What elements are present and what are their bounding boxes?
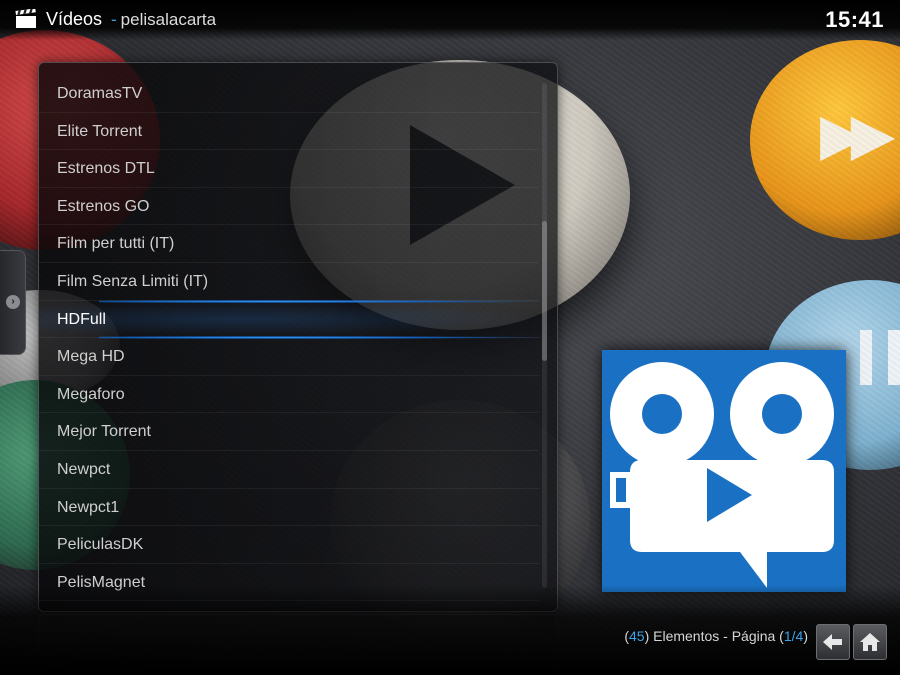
items-page-label: ) Elementos - Página ( bbox=[644, 628, 784, 644]
channel-thumbnail bbox=[602, 350, 846, 592]
list-item-label: Megaforo bbox=[57, 385, 125, 403]
home-button[interactable] bbox=[853, 624, 887, 660]
list-item-label: Newpct bbox=[57, 460, 111, 478]
list-item[interactable]: Elite Torrent bbox=[39, 113, 539, 151]
list-item-label: Film per tutti (IT) bbox=[57, 235, 175, 253]
page-indicator: 1/4 bbox=[783, 628, 804, 644]
list-item-label: Mejor Torrent bbox=[57, 423, 151, 441]
arrow-left-icon bbox=[823, 634, 842, 650]
list-item-label: Elite Torrent bbox=[57, 122, 143, 140]
list-item[interactable]: Newpct bbox=[39, 451, 539, 489]
list-item-label: Newpct1 bbox=[57, 498, 120, 516]
clapperboard-icon bbox=[15, 8, 37, 29]
header-bar: Vídeos - pelisalacarta 15:41 bbox=[0, 0, 900, 40]
chevron-right-icon: › bbox=[6, 295, 20, 309]
channel-list: DoramasTV Elite Torrent Estrenos DTL Estren… bbox=[39, 75, 539, 602]
list-item[interactable]: Megaforo bbox=[39, 376, 539, 414]
breadcrumb: - pelisalacarta bbox=[102, 10, 216, 30]
list-scrollbar[interactable] bbox=[542, 83, 547, 588]
fast-forward-remote-button: ▶▶ bbox=[750, 40, 900, 240]
breadcrumb-addon: pelisalacarta bbox=[120, 10, 217, 29]
list-item-label: Estrenos DTL bbox=[57, 160, 155, 178]
list-item[interactable]: HDFull bbox=[39, 299, 539, 339]
list-item[interactable]: Film Senza Limiti (IT) bbox=[39, 263, 539, 301]
list-item[interactable]: DoramasTV bbox=[39, 75, 539, 113]
list-item[interactable]: Mejor Torrent bbox=[39, 413, 539, 451]
channel-list-panel: DoramasTV Elite Torrent Estrenos DTL Estren… bbox=[38, 62, 558, 612]
list-item[interactable]: Film per tutti (IT) bbox=[39, 225, 539, 263]
list-item-label: Mega HD bbox=[57, 348, 125, 366]
page-title: Vídeos bbox=[46, 9, 103, 29]
list-item-label: PeliculasDK bbox=[57, 536, 144, 554]
side-menu-tab[interactable]: › bbox=[0, 250, 26, 355]
list-item[interactable]: PeliculasDK bbox=[39, 526, 539, 564]
list-item[interactable]: Estrenos DTL bbox=[39, 150, 539, 188]
scrollbar-thumb[interactable] bbox=[542, 221, 547, 361]
home-icon bbox=[860, 633, 880, 651]
list-item-label: DoramasTV bbox=[57, 85, 143, 102]
list-item[interactable]: Newpct1 bbox=[39, 489, 539, 527]
item-count: 45 bbox=[628, 628, 645, 644]
list-item-label: Film Senza Limiti (IT) bbox=[57, 272, 209, 290]
list-item-label: HDFull bbox=[57, 310, 106, 328]
back-button[interactable] bbox=[816, 624, 850, 660]
clock: 15:41 bbox=[825, 7, 884, 32]
list-item[interactable]: Mega HD bbox=[39, 338, 539, 376]
list-item-label: Estrenos GO bbox=[57, 197, 150, 215]
selection-highlight bbox=[39, 300, 539, 338]
list-item[interactable]: Estrenos GO bbox=[39, 188, 539, 226]
item-count-info: (45) Elementos - Página (1/4) bbox=[624, 628, 808, 644]
breadcrumb-separator: - bbox=[111, 10, 117, 29]
video-camera-play-icon bbox=[602, 350, 846, 592]
